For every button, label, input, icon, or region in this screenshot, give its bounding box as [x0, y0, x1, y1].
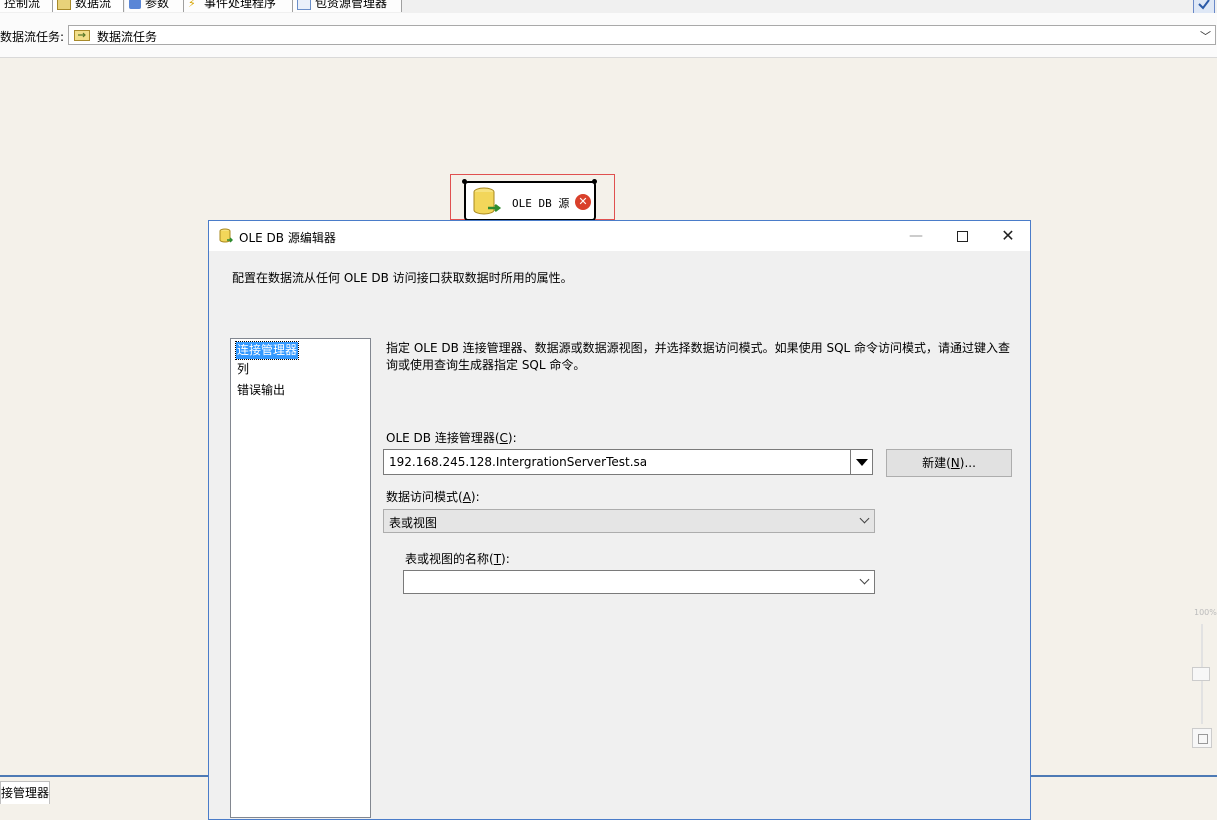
tab-event-handlers-label: 事件处理程序	[204, 0, 277, 10]
connection-manager-label: OLE DB 连接管理器(C):	[386, 429, 517, 446]
minimize-button[interactable]: —	[893, 221, 939, 251]
ole-db-source-component[interactable]: OLE DB 源 ✕	[464, 181, 596, 221]
tab-package-explorer[interactable]: 包资源管理器	[293, 0, 402, 12]
dropdown-arrow-icon[interactable]	[850, 450, 872, 474]
tab-package-explorer-label: 包资源管理器	[315, 0, 388, 10]
data-flow-task-select[interactable]: 数据流任务 ﹀	[68, 25, 1216, 45]
connection-manager-combo[interactable]: 192.168.245.128.IntergrationServerTest.s…	[383, 449, 873, 475]
nav-item-columns[interactable]: 列	[236, 361, 250, 378]
tab-parameters-label: 参数	[145, 0, 170, 10]
data-flow-icon	[57, 0, 71, 10]
access-mode-select[interactable]: 表或视图	[383, 509, 875, 533]
component-label: OLE DB 源	[512, 197, 570, 210]
dialog-titlebar[interactable]: OLE DB 源编辑器 — ✕	[209, 221, 1030, 251]
access-mode-label-text: 数据访问模式(	[386, 490, 463, 504]
connection-manager-label-end: ):	[507, 431, 517, 445]
connection-managers-tab-label: 连接管理器	[1, 786, 50, 800]
close-button[interactable]: ✕	[985, 221, 1031, 251]
dialog-description: 配置在数据流从任何 OLE DB 访问接口获取数据时所用的属性。	[232, 271, 573, 285]
tab-data-flow[interactable]: 数据流	[53, 0, 124, 12]
editor-nav-list: 连接管理器 列 错误输出	[230, 338, 371, 818]
new-button-text: 新建(	[922, 456, 951, 470]
access-mode-label-end: ):	[470, 490, 480, 504]
tab-data-flow-label: 数据流	[75, 0, 112, 10]
zoom-control: 100%	[1190, 606, 1217, 756]
table-name-label-text: 表或视图的名称(	[405, 552, 494, 566]
zoom-slider-thumb[interactable]	[1192, 667, 1210, 681]
table-name-label-end: ):	[501, 552, 510, 566]
table-name-label-key: T	[493, 552, 502, 566]
data-flow-task-label: 数据流任务:	[0, 30, 65, 44]
designer-tab-strip: 控制流 数据流 参数 ⚡ 事件处理程序 包资源管理器	[0, 0, 1217, 14]
resize-handle[interactable]	[462, 179, 467, 184]
data-flow-task-bar: 数据流任务: 数据流任务 ﹀	[0, 13, 1217, 58]
dialog-title: OLE DB 源编辑器	[239, 231, 336, 245]
parameters-icon	[129, 0, 141, 9]
event-handler-icon: ⚡	[188, 0, 196, 10]
new-button-key: N	[950, 456, 960, 470]
new-connection-button[interactable]: 新建(N)...	[886, 449, 1012, 477]
connection-manager-label-text: OLE DB 连接管理器(	[386, 431, 500, 445]
access-mode-label-key: A	[462, 490, 471, 504]
database-source-icon	[472, 186, 502, 221]
tab-connection-managers[interactable]: 连接管理器	[0, 781, 50, 804]
nav-item-connection-manager[interactable]: 连接管理器	[234, 341, 300, 360]
resize-handle[interactable]	[592, 179, 597, 184]
new-button-end: )...	[959, 456, 976, 470]
zoom-level: 100%	[1194, 608, 1217, 617]
connection-manager-label-key: C	[499, 431, 508, 445]
connection-manager-value: 192.168.245.128.IntergrationServerTest.s…	[389, 455, 648, 469]
maximize-icon	[956, 230, 968, 242]
access-mode-value: 表或视图	[389, 516, 438, 530]
data-flow-task-icon	[74, 29, 90, 41]
ole-db-source-editor-dialog: OLE DB 源编辑器 — ✕ 配置在数据流从任何 OLE DB 访问接口获取数…	[208, 220, 1031, 820]
tab-control-flow-label: 控制流	[4, 0, 41, 10]
nav-item-error-output[interactable]: 错误输出	[236, 382, 286, 399]
chevron-down-icon	[859, 574, 870, 585]
page-description: 指定 OLE DB 连接管理器、数据源或数据源视图，并选择数据访问模式。如果使用…	[386, 341, 1011, 372]
checkmark-icon[interactable]	[1193, 0, 1215, 13]
table-name-label: 表或视图的名称(T):	[405, 550, 510, 567]
fit-to-window-icon[interactable]	[1192, 728, 1212, 748]
chevron-down-icon: ﹀	[1200, 30, 1211, 43]
table-name-select[interactable]	[403, 570, 875, 594]
maximize-button[interactable]	[939, 221, 985, 251]
chevron-down-icon	[859, 513, 870, 524]
tab-parameters[interactable]: 参数	[125, 0, 184, 12]
dialog-app-icon	[219, 228, 234, 247]
tab-event-handlers[interactable]: ⚡ 事件处理程序	[184, 0, 293, 12]
tab-control-flow[interactable]: 控制流	[0, 0, 53, 12]
access-mode-label: 数据访问模式(A):	[386, 488, 480, 505]
data-flow-task-value: 数据流任务	[97, 30, 158, 44]
error-icon: ✕	[575, 194, 591, 210]
package-explorer-icon	[297, 0, 311, 10]
